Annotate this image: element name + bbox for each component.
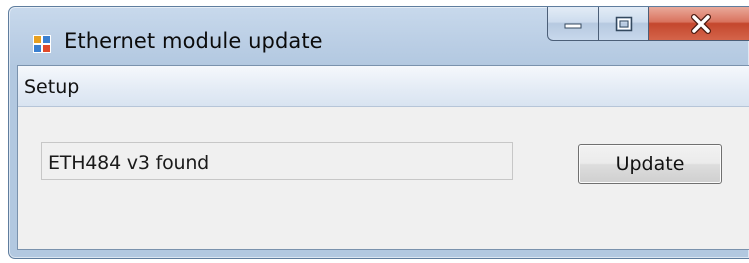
title-bar[interactable]: Ethernet module update (9, 7, 749, 65)
close-icon (690, 13, 711, 34)
menu-item-setup[interactable]: Setup (24, 76, 79, 98)
client-area: Setup ETH484 v3 found Update (17, 65, 749, 250)
menu-bar: Setup (18, 66, 749, 107)
application-window: Ethernet module update Setup ETH484 v3 f… (8, 6, 749, 259)
minimize-button[interactable] (547, 7, 599, 41)
status-field: ETH484 v3 found (41, 142, 513, 180)
maximize-icon (615, 16, 632, 31)
update-button[interactable]: Update (578, 144, 722, 184)
window-title: Ethernet module update (64, 29, 323, 53)
minimize-icon (564, 23, 582, 28)
application-window-icon (33, 35, 51, 53)
maximize-button[interactable] (599, 7, 649, 41)
close-button[interactable] (649, 7, 749, 41)
